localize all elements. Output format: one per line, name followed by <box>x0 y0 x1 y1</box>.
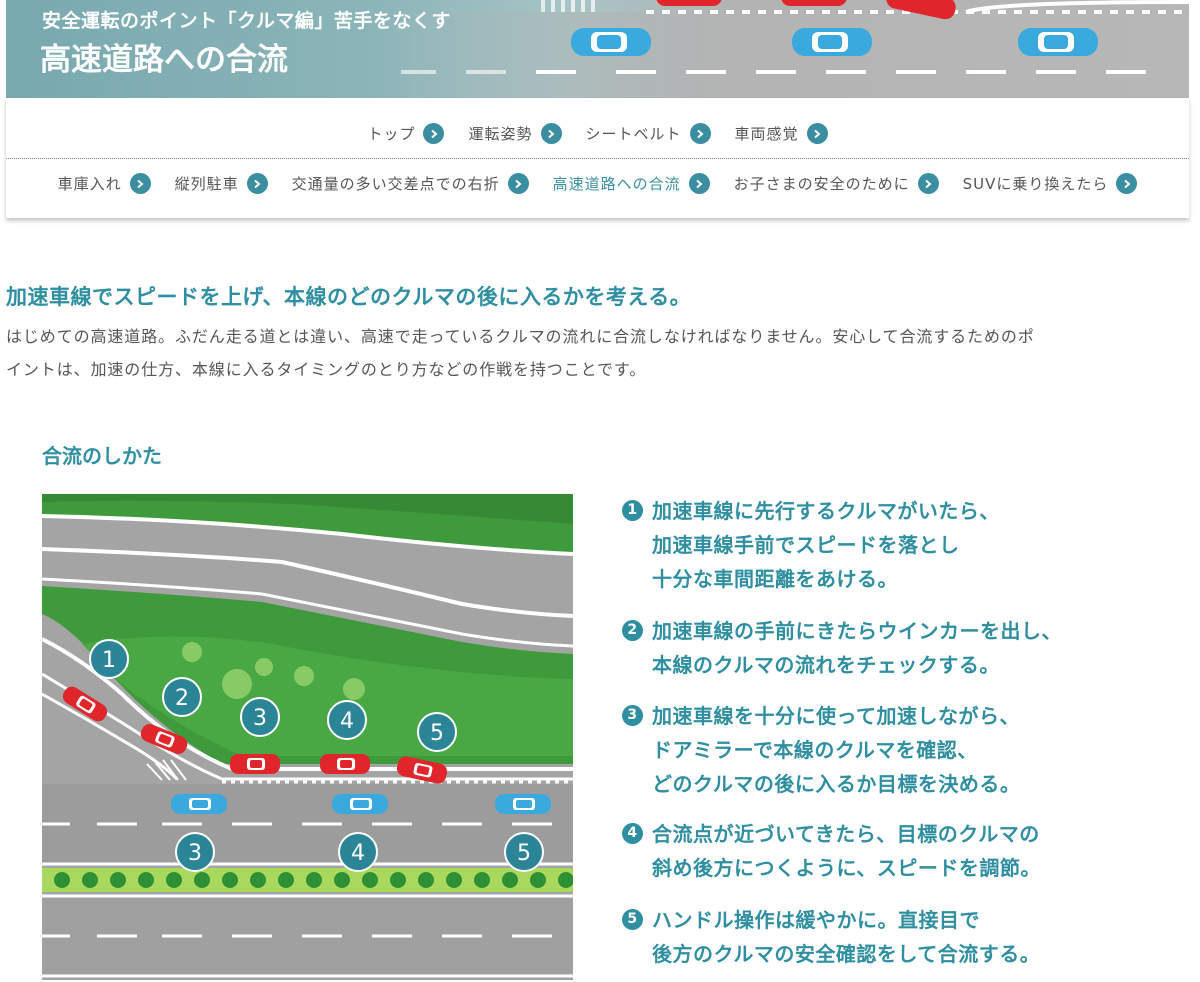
hero-subtitle: 安全運転のポイント「クルマ編」苦手をなくす <box>42 10 451 32</box>
nav-link-garage-parking[interactable]: 車庫入れ <box>58 173 151 194</box>
nav-link-label: 運転姿勢 <box>468 125 533 143</box>
intro-paragraph: はじめての高速道路。ふだん走る道とは違い、高速で走っているクルマの流れに合流しな… <box>6 320 1191 386</box>
chevron-right-icon <box>129 173 151 194</box>
step-number-icon: 4 <box>622 823 643 844</box>
step-line: ドアミラーで本線のクルマを確認、 <box>652 738 978 762</box>
nav-link-right-turn[interactable]: 交通量の多い交差点での右折 <box>292 173 529 194</box>
nav-row-secondary: 車庫入れ 縦列駐車 交通量の多い交差点での右折 高速道路への合流 お子さまの安全… <box>6 173 1189 194</box>
step-line: 後方のクルマの安全確認をして合流する。 <box>652 942 1041 966</box>
step-line: 本線のクルマの流れをチェックする。 <box>652 653 1000 677</box>
nav-link-vehicle-sense[interactable]: 車両感覚 <box>735 123 828 144</box>
nav-link-label: お子さまの安全のために <box>733 175 910 193</box>
chevron-right-icon <box>806 123 828 144</box>
marker-label: 3 <box>253 706 267 731</box>
chevron-right-icon <box>423 123 445 144</box>
merge-diagram-illustration: 1 2 3 4 5 3 4 5 <box>42 494 573 980</box>
chevron-right-icon <box>540 123 562 144</box>
nav-link-parallel-parking[interactable]: 縦列駐車 <box>175 173 268 194</box>
step-line: 斜め後方につくように、スピードを調節。 <box>652 856 1041 880</box>
nav-divider <box>6 158 1189 159</box>
intro-line: イントは、加速の仕方、本線に入るタイミングのとり方などの作戦を持つことです。 <box>6 360 647 379</box>
nav-link-label: トップ <box>367 125 416 143</box>
marker-label: 5 <box>430 721 444 746</box>
intro-line: はじめての高速道路。ふだん走る道とは違い、高速で走っているクルマの流れに合流しな… <box>6 327 1035 346</box>
step-line: 加速車線を十分に使って加速しながら、 <box>652 704 1020 728</box>
page-title: 高速道路への合流 <box>40 42 288 78</box>
marker-label: 2 <box>175 686 189 711</box>
step-line: 加速車線に先行するクルマがいたら、 <box>652 499 1000 523</box>
nav-link-posture[interactable]: 運転姿勢 <box>468 123 562 144</box>
chevron-right-icon <box>917 173 939 194</box>
nav-link-seatbelt[interactable]: シートベルト <box>586 123 711 144</box>
nav-link-top[interactable]: トップ <box>367 123 445 144</box>
marker-label: 4 <box>351 841 365 866</box>
chevron-right-icon <box>689 123 711 144</box>
nav-link-label: 縦列駐車 <box>174 175 239 193</box>
merge-diagram: 1 2 3 4 5 3 4 5 <box>42 494 573 980</box>
subsection-title: 合流のしかた <box>42 444 162 468</box>
nav-link-suv[interactable]: SUVに乗り換えたら <box>963 173 1138 194</box>
step-line: どのクルマの後に入るか目標を決める。 <box>652 772 1021 796</box>
step-number-icon: 5 <box>622 909 643 930</box>
chevron-right-icon <box>688 173 710 194</box>
marker-label: 3 <box>188 841 202 866</box>
chevron-right-icon <box>507 173 529 194</box>
nav-link-highway-merge[interactable]: 高速道路への合流 <box>553 173 710 194</box>
nav-link-label: 交通量の多い交差点での右折 <box>291 175 500 193</box>
marker-label: 5 <box>517 841 531 866</box>
step-line: 加速車線手前でスピードを落とし <box>652 533 960 557</box>
step-number-icon: 3 <box>622 705 643 726</box>
nav-link-label: SUVに乗り換えたら <box>962 175 1109 193</box>
marker-label: 4 <box>340 709 354 734</box>
step-number-icon: 2 <box>622 620 643 641</box>
step-line: 加速車線の手前にきたらウインカーを出し、 <box>652 619 1062 643</box>
section-heading: 加速車線でスピードを上げ、本線のどのクルマの後に入るかを考える。 <box>6 285 692 309</box>
step-number-icon: 1 <box>622 500 643 521</box>
step-line: ハンドル操作は緩やかに。直接目で <box>652 908 980 932</box>
nav-link-label: シートベルト <box>585 125 682 143</box>
marker-label: 1 <box>102 648 116 673</box>
nav-link-label: 車庫入れ <box>57 175 122 193</box>
step-line: 十分な車間距離をあける。 <box>652 567 898 591</box>
nav-link-child-safety[interactable]: お子さまの安全のために <box>734 173 939 194</box>
hero-banner: 安全運転のポイント「クルマ編」苦手をなくす 高速道路への合流 <box>6 0 1189 98</box>
chevron-right-icon <box>1116 173 1138 194</box>
section-navigation: トップ 運転姿勢 シートベルト 車両感覚 車庫入れ 縦列駐車 交通量の多い交差点… <box>6 98 1189 218</box>
step-line: 合流点が近づいてきたら、目標のクルマの <box>652 822 1040 846</box>
nav-link-label: 高速道路への合流 <box>552 175 681 193</box>
nav-row-primary: トップ 運転姿勢 シートベルト 車両感覚 <box>6 123 1189 144</box>
chevron-right-icon <box>246 173 268 194</box>
nav-link-label: 車両感覚 <box>734 125 799 143</box>
